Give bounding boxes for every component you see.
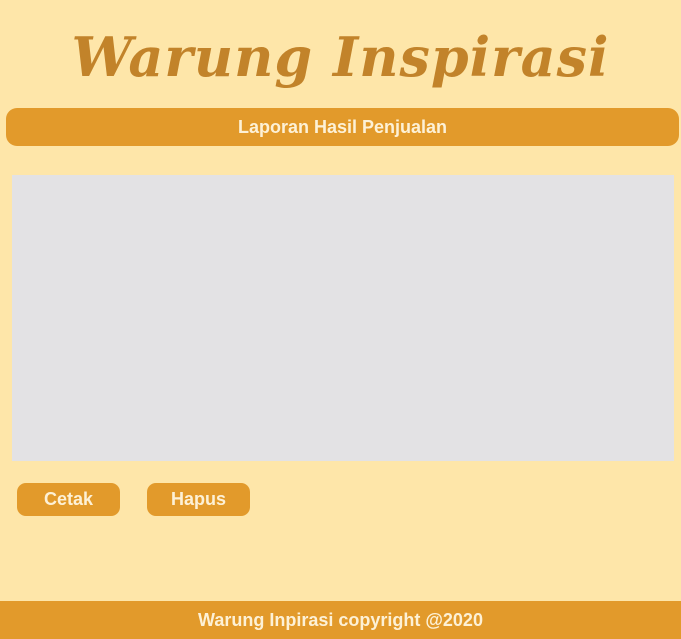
app-title: Warung Inspirasi <box>71 25 610 89</box>
section-title-bar: Laporan Hasil Penjualan <box>6 108 679 146</box>
print-button[interactable]: Cetak <box>17 483 120 516</box>
report-content-area <box>12 175 674 461</box>
delete-button[interactable]: Hapus <box>147 483 250 516</box>
footer: Warung Inpirasi copyright @2020 <box>0 601 681 639</box>
